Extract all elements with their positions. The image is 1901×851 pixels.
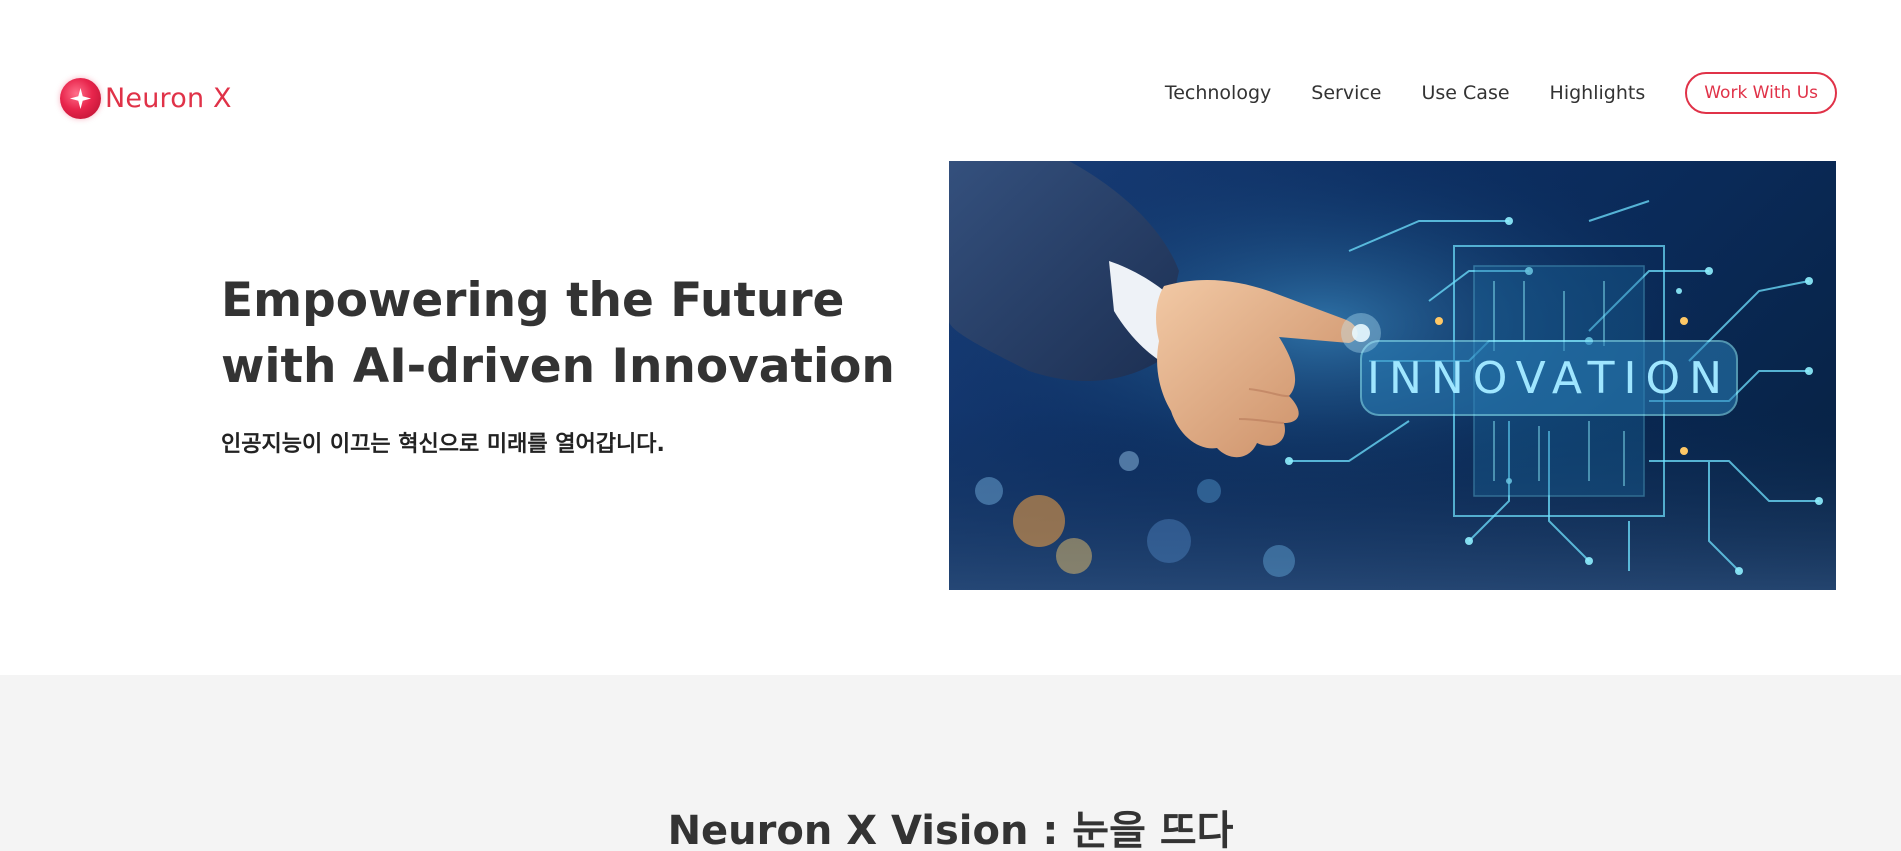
nav-link-service[interactable]: Service xyxy=(1311,82,1381,104)
hero-title: Empowering the Future with AI-driven Inn… xyxy=(221,268,961,400)
nav-link-highlights[interactable]: Highlights xyxy=(1550,82,1646,104)
vision-section: Neuron X Vision : 눈을 뜨다 xyxy=(0,675,1901,851)
innovation-overlay-text: INNOVATION xyxy=(1367,353,1731,404)
hero-title-line-2: with AI-driven Innovation xyxy=(221,339,895,394)
page: Neuron X Technology Service Use Case Hig… xyxy=(0,0,1901,851)
vision-title: Neuron X Vision : 눈을 뜨다 xyxy=(667,808,1234,851)
hero-image: INNOVATION xyxy=(949,161,1836,590)
hero-title-line-1: Empowering the Future xyxy=(221,273,845,328)
sparkle-logo-icon xyxy=(60,78,101,119)
hero-text: Empowering the Future with AI-driven Inn… xyxy=(221,268,961,458)
brand-name: Neuron X xyxy=(105,83,232,114)
main-nav: Technology Service Use Case Highlights W… xyxy=(1165,72,1837,114)
nav-link-use-case[interactable]: Use Case xyxy=(1422,82,1510,104)
hero-subtitle: 인공지능이 이끄는 혁신으로 미래를 열어갑니다. xyxy=(221,432,665,457)
logo-link[interactable]: Neuron X xyxy=(60,78,232,119)
nav-link-technology[interactable]: Technology xyxy=(1165,82,1271,104)
work-with-us-button[interactable]: Work With Us xyxy=(1685,72,1837,114)
